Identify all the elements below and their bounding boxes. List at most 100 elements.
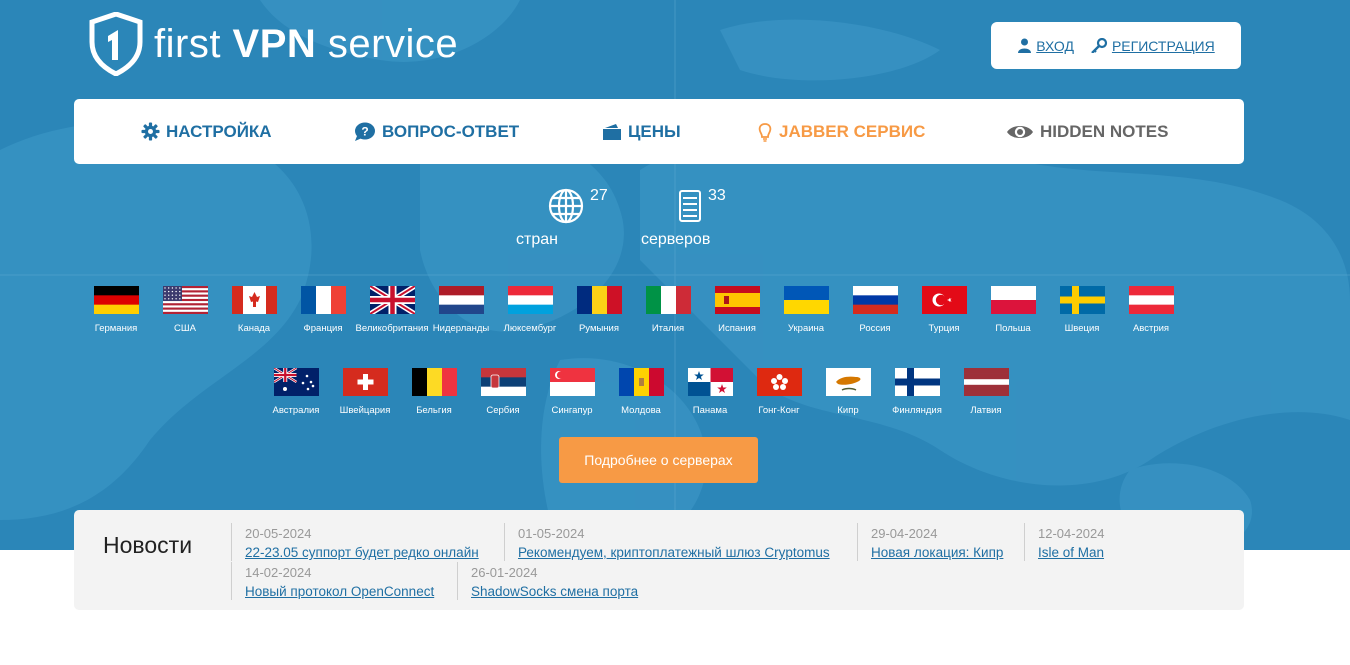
countries-count: 27 bbox=[590, 187, 608, 204]
flag-country-label: Австралия bbox=[272, 405, 320, 416]
flag-country-label: Панама bbox=[692, 405, 728, 416]
news-link[interactable]: Isle of Man bbox=[1038, 545, 1104, 560]
flag-country-label: Гонг-Конг bbox=[758, 405, 800, 416]
flag-icon bbox=[369, 286, 415, 314]
flag-item: Польша bbox=[973, 286, 1053, 334]
news-item: 12-04-2024 Isle of Man bbox=[1024, 523, 1105, 561]
register-link[interactable]: РЕГИСТРАЦИЯ bbox=[1090, 38, 1215, 54]
flag-icon bbox=[921, 286, 967, 314]
flag-item: Италия bbox=[628, 286, 708, 334]
nav-setup[interactable]: НАСТРОЙКА bbox=[141, 99, 272, 164]
main-nav: НАСТРОЙКА ? ВОПРОС-ОТВЕТ ЦЕНЫ JABBER СЕР… bbox=[74, 99, 1244, 164]
news-link[interactable]: 22-23.05 суппорт будет редко онлайн bbox=[245, 545, 479, 560]
flag-icon bbox=[162, 286, 208, 314]
flag-item: Молдова bbox=[601, 368, 681, 416]
flag-country-label: Кипр bbox=[837, 405, 859, 416]
nav-prices-label: ЦЕНЫ bbox=[628, 121, 681, 141]
login-link[interactable]: ВХОД bbox=[1017, 38, 1074, 54]
flag-icon bbox=[549, 368, 595, 396]
flag-country-label: Молдова bbox=[621, 405, 661, 416]
flag-icon bbox=[963, 368, 1009, 396]
flag-icon bbox=[894, 368, 940, 396]
flag-country-label: Румыния bbox=[578, 323, 620, 334]
server-details-button[interactable]: Подробнее о серверах bbox=[559, 437, 758, 483]
news-link[interactable]: Новая локация: Кипр bbox=[871, 545, 1003, 560]
user-icon bbox=[1018, 38, 1032, 53]
flag-icon bbox=[852, 286, 898, 314]
flag-country-label: Германия bbox=[94, 323, 138, 334]
wallet-icon bbox=[603, 123, 621, 140]
news-panel: Новости 20-05-2024 22-23.05 суппорт буде… bbox=[74, 510, 1244, 610]
flag-country-label: Финляндия bbox=[892, 405, 942, 416]
news-link[interactable]: ShadowSocks смена порта bbox=[471, 584, 638, 599]
flag-icon bbox=[300, 286, 346, 314]
flag-item: Украина bbox=[766, 286, 846, 334]
flag-country-label: Сербия bbox=[486, 405, 520, 416]
flag-item: Бельгия bbox=[394, 368, 474, 416]
nav-hidden-notes[interactable]: HIDDEN NOTES bbox=[1006, 99, 1168, 164]
brand-part1: first bbox=[154, 22, 233, 66]
news-item: 14-02-2024 Новый протокол OpenConnect bbox=[231, 562, 434, 600]
news-date: 14-02-2024 bbox=[245, 565, 312, 580]
flag-icon bbox=[507, 286, 553, 314]
flag-country-label: Бельгия bbox=[416, 405, 452, 416]
nav-prices[interactable]: ЦЕНЫ bbox=[602, 99, 681, 164]
news-item: 29-04-2024 Новая локация: Кипр bbox=[857, 523, 1003, 561]
news-link[interactable]: Новый протокол OpenConnect bbox=[245, 584, 434, 599]
brand-logo[interactable]: first VPN service bbox=[88, 12, 458, 76]
flag-icon bbox=[576, 286, 622, 314]
flag-country-label: Швейцария bbox=[339, 405, 391, 416]
flag-item: Панама bbox=[670, 368, 750, 416]
nav-jabber-label: JABBER СЕРВИС bbox=[779, 121, 926, 141]
flag-icon bbox=[480, 368, 526, 396]
flag-item: Латвия bbox=[946, 368, 1026, 416]
flag-icon bbox=[783, 286, 829, 314]
flag-item: Россия bbox=[835, 286, 915, 334]
flag-icon bbox=[825, 368, 871, 396]
flag-item: Канада bbox=[214, 286, 294, 334]
shield-logo-icon bbox=[89, 12, 143, 76]
flag-icon bbox=[618, 368, 664, 396]
brand-part2: VPN bbox=[232, 22, 317, 66]
flag-item: Румыния bbox=[559, 286, 639, 334]
flag-item: США bbox=[145, 286, 225, 334]
flag-item: Сербия bbox=[463, 368, 543, 416]
nav-faq-label: ВОПРОС-ОТВЕТ bbox=[382, 121, 520, 141]
question-icon: ? bbox=[355, 122, 375, 141]
flag-country-label: Франция bbox=[303, 323, 343, 334]
countries-label: стран bbox=[516, 231, 558, 248]
flag-icon bbox=[687, 368, 733, 396]
news-item: 26-01-2024 ShadowSocks смена порта bbox=[457, 562, 638, 600]
news-link[interactable]: Рекомендуем, криптоплатежный шлюз Crypto… bbox=[518, 545, 830, 560]
hero-section: first VPN service ВХОД РЕГИСТРАЦИЯ НАСТР… bbox=[0, 0, 1350, 550]
servers-label: серверов bbox=[641, 231, 711, 248]
flag-icon bbox=[645, 286, 691, 314]
flag-item: Швейцария bbox=[325, 368, 405, 416]
flag-country-label: Польша bbox=[995, 323, 1031, 334]
flag-country-label: Украина bbox=[787, 323, 825, 334]
news-date: 01-05-2024 bbox=[518, 526, 585, 541]
servers-count: 33 bbox=[708, 187, 726, 204]
flag-country-label: Испания bbox=[718, 323, 756, 334]
flag-item: Кипр bbox=[808, 368, 888, 416]
nav-jabber[interactable]: JABBER СЕРВИС bbox=[757, 99, 925, 164]
key-icon bbox=[1091, 38, 1108, 53]
flag-country-label: Австрия bbox=[1132, 323, 1170, 334]
flag-icon bbox=[93, 286, 139, 314]
flag-icon bbox=[273, 368, 319, 396]
nav-faq[interactable]: ? ВОПРОС-ОТВЕТ bbox=[354, 99, 519, 164]
flag-icon bbox=[990, 286, 1036, 314]
flag-item: Великобритания bbox=[352, 286, 432, 334]
news-date: 12-04-2024 bbox=[1038, 526, 1105, 541]
flag-item: Германия bbox=[76, 286, 156, 334]
flag-country-label: США bbox=[174, 323, 196, 334]
news-date: 29-04-2024 bbox=[871, 526, 938, 541]
flag-country-label: Латвия bbox=[970, 405, 1002, 416]
lightbulb-icon bbox=[758, 122, 772, 142]
flag-icon bbox=[342, 368, 388, 396]
nav-setup-label: НАСТРОЙКА bbox=[166, 121, 272, 141]
news-date: 20-05-2024 bbox=[245, 526, 312, 541]
flag-item: Гонг-Конг bbox=[739, 368, 819, 416]
gear-icon bbox=[141, 122, 160, 141]
flag-icon bbox=[756, 368, 802, 396]
